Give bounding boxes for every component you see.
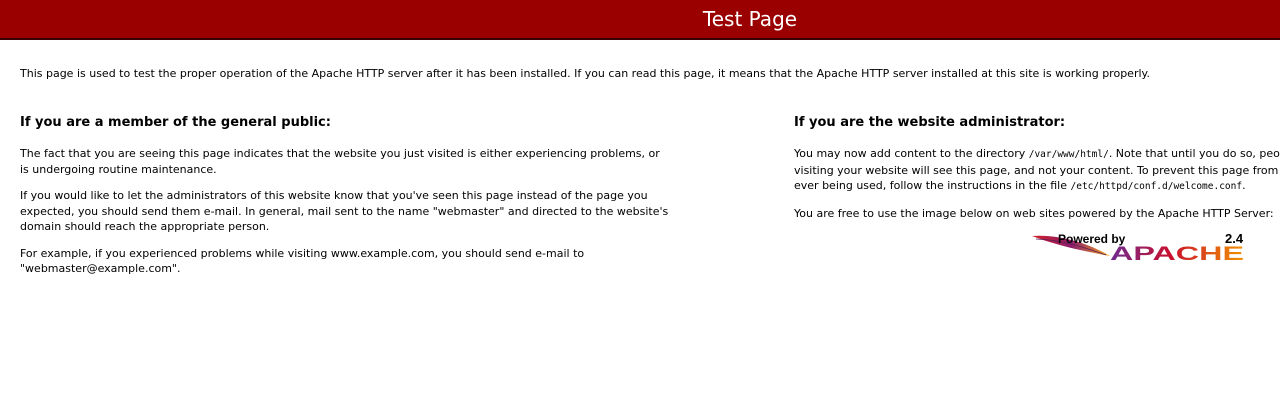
document-root-path: /var/www/html/ — [1028, 149, 1109, 160]
general-public-heading: If you are a member of the general publi… — [20, 115, 331, 130]
administrator-section: If you are the website administrator: Yo… — [794, 114, 1280, 232]
apache-feather-icon: Powered by 2.4 APACHE — [1032, 231, 1244, 262]
page-header: Test Page — [0, 0, 1280, 40]
public-paragraph-2: If you would like to let the administrat… — [20, 189, 669, 233]
public-paragraph-1: The fact that you are seeing this page i… — [20, 147, 660, 176]
public-paragraph-3: For example, if you experienced problems… — [20, 246, 585, 276]
welcome-conf-path: /etc/httpd/conf.d/welcome.conf — [1070, 181, 1243, 192]
powered-by-apache-badge: Powered by 2.4 APACHE — [1030, 230, 1246, 262]
admin-paragraph-1-text-c: . — [1242, 179, 1246, 192]
apache-brand-label: APACHE — [1110, 244, 1244, 262]
admin-paragraph-2: You are free to use the image below on w… — [794, 206, 1274, 220]
admin-paragraph-1: You may now add content to the directory… — [794, 146, 1280, 195]
page-title: Test Page — [702, 7, 798, 31]
administrator-heading: If you are the website administrator: — [794, 115, 1066, 130]
admin-paragraph-1-text-a: You may now add content to the directory — [794, 147, 1029, 160]
intro-text: This page is used to test the proper ope… — [20, 67, 1150, 80]
general-public-section: If you are a member of the general publi… — [20, 114, 710, 288]
